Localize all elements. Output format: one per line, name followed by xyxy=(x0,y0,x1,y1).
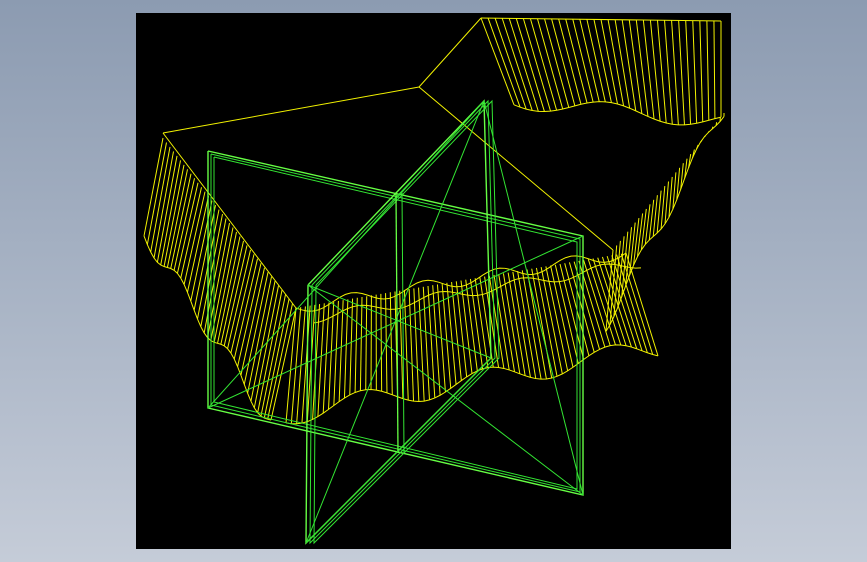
cloth-flap-fold xyxy=(480,17,515,106)
cloth-left-fold xyxy=(150,146,171,253)
cloth-flap-fold xyxy=(628,19,643,114)
cloth-flap-fold xyxy=(515,18,545,112)
cloth-left-fold xyxy=(243,272,269,385)
cloth-right-fold xyxy=(711,126,714,130)
cloth-front-fold xyxy=(333,300,339,406)
cloth-front-fold xyxy=(338,300,344,402)
cloth-front-fold xyxy=(568,262,595,353)
cloth-right-fold xyxy=(633,217,640,266)
cloth-front-fold xyxy=(583,259,611,346)
cloth-left-fold xyxy=(170,173,192,269)
cloth-flap-fold xyxy=(713,20,716,119)
cloth-flap-fold xyxy=(699,20,704,122)
cloth-left-fold xyxy=(247,276,272,394)
cloth-right-fold xyxy=(656,190,662,234)
cloth-left-fold xyxy=(230,254,255,354)
cloth-front-fold xyxy=(455,281,468,377)
cloth-front-fold xyxy=(517,270,537,379)
cloth-right-fold xyxy=(617,236,625,308)
cloth-front-fold xyxy=(451,282,462,381)
cloth-flap-fold xyxy=(678,20,685,125)
glass-panel-cross-edge xyxy=(305,99,492,545)
cloth-flap-fold xyxy=(664,20,673,125)
cloth-right-fold xyxy=(699,140,703,143)
cloth-front-fold xyxy=(507,272,526,376)
cloth-front-fold xyxy=(441,283,452,389)
cloth-front-fold xyxy=(349,298,354,395)
cloth-front-fold xyxy=(502,273,521,374)
cloth-front-fold xyxy=(526,269,547,380)
cloth-front-fold xyxy=(365,296,368,390)
cloth-flap-fold xyxy=(685,20,692,125)
cloth-front-fold xyxy=(531,268,553,379)
cloth-flap-fold xyxy=(614,19,631,109)
cloth-front-fold xyxy=(422,286,430,400)
cloth-left-fold xyxy=(200,213,223,327)
cloth-front-fold xyxy=(354,297,358,393)
cloth-flap-fold xyxy=(706,20,710,121)
cloth-left-fold xyxy=(237,263,262,367)
cloth-flap-fold xyxy=(635,19,649,117)
cloth-front-fold xyxy=(418,287,425,402)
cloth-front-fold xyxy=(465,279,478,371)
cloth-front-fold xyxy=(620,253,654,355)
cad-viewport[interactable] xyxy=(136,13,731,549)
cloth-flap-fold xyxy=(544,18,570,108)
cloth-right-fold xyxy=(660,186,666,230)
cloth-left-fold xyxy=(233,258,258,360)
cloth-front-fold xyxy=(625,252,659,357)
cloth-flap-fold xyxy=(621,19,637,111)
cloth-left-fold xyxy=(166,169,188,268)
cloth-left-fold xyxy=(160,160,181,266)
cloth-flap-fold xyxy=(642,19,655,120)
cloth-top-edge xyxy=(162,86,420,134)
tablecloth-wireframe xyxy=(143,17,725,425)
cloth-left-fold xyxy=(156,155,178,263)
glass-intersection xyxy=(395,192,399,454)
cloth-left-fold xyxy=(193,205,216,311)
cloth-front-fold xyxy=(469,278,484,369)
cloth-left-fold xyxy=(173,178,195,271)
cloth-front-fold xyxy=(521,270,542,380)
cloth-front-fold xyxy=(359,296,363,391)
cloth-flap-edge xyxy=(418,17,482,88)
cloth-front-fold xyxy=(413,288,420,402)
cloth-flap-fold xyxy=(536,18,564,110)
cloth-flap-fold xyxy=(487,17,521,108)
cloth-front-fold xyxy=(408,289,415,402)
glass-diagonal xyxy=(207,235,584,409)
cloth-top-edge xyxy=(418,86,614,251)
cloth-flap-fold xyxy=(565,18,588,104)
cloth-front-fold xyxy=(389,292,393,395)
cloth-flap-fold xyxy=(671,20,679,125)
cloth-front-fold xyxy=(512,271,531,378)
cloth-right-fold xyxy=(664,181,669,224)
cloth-flap-fold xyxy=(529,18,558,111)
cloth-flap-fold xyxy=(558,18,582,105)
cloth-flap-fold xyxy=(551,18,576,106)
cloth-right-hem xyxy=(605,116,725,332)
glass-stand-wireframe xyxy=(207,99,584,545)
glass-diagonal xyxy=(305,357,492,544)
wireframe-scene xyxy=(143,17,725,545)
cloth-left-fold xyxy=(240,267,265,376)
cloth-left-fold xyxy=(143,137,164,237)
cloth-front-fold xyxy=(498,274,516,372)
cloth-flap-fold xyxy=(692,20,698,124)
